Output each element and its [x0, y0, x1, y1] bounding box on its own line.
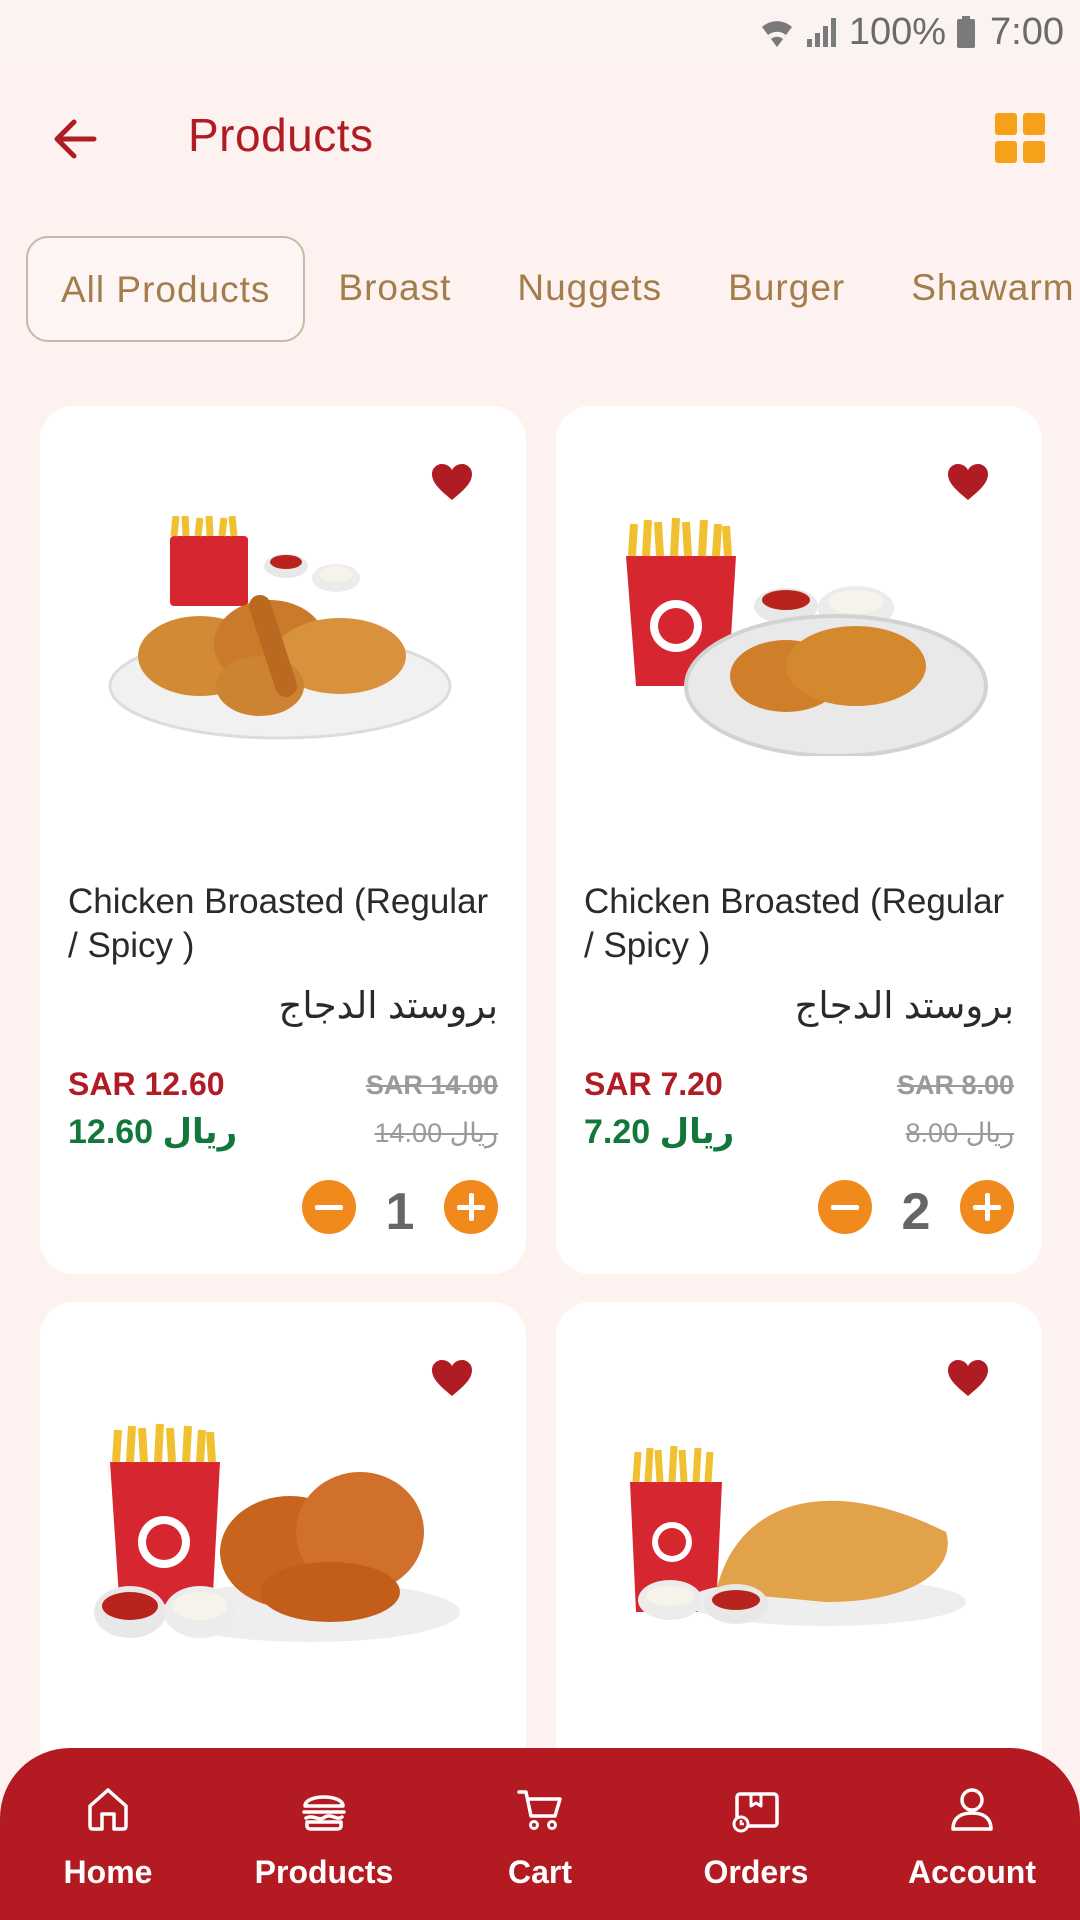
- product-card[interactable]: Chicken Broasted (Regular / Spicy ) بروس…: [40, 406, 526, 1274]
- burger-icon: [302, 1795, 346, 1831]
- quantity-stepper: 1: [302, 1176, 498, 1246]
- product-price: SAR 7.20: [584, 1066, 723, 1102]
- quantity-value: 1: [385, 1183, 415, 1241]
- nav-products[interactable]: Products: [216, 1748, 432, 1920]
- heart-icon[interactable]: [430, 462, 474, 502]
- product-name: Chicken Broasted (Regular / Spicy ): [584, 882, 1005, 965]
- product-price-arabic: 12.60 ريال: [68, 1113, 238, 1151]
- product-name-arabic: بروستد الدجاج: [278, 985, 498, 1026]
- nav-label: Home: [63, 1854, 153, 1890]
- product-image: [626, 517, 988, 756]
- tab-burger[interactable]: Burger: [695, 236, 878, 342]
- nav-label: Cart: [507, 1854, 572, 1890]
- orders-icon: [732, 1792, 779, 1833]
- tab-all-products[interactable]: All Products: [26, 236, 306, 342]
- category-tabs: All Products Broast Nuggets Burger Shawa…: [26, 236, 1080, 342]
- nav-cart[interactable]: Cart: [432, 1748, 648, 1920]
- signal-icon: [806, 18, 836, 47]
- plus-icon[interactable]: [960, 1180, 1014, 1234]
- product-name-arabic: بروستد الدجاج: [794, 985, 1014, 1026]
- quantity-value: 2: [901, 1183, 931, 1241]
- product-old-price: SAR 8.00: [896, 1070, 1014, 1100]
- tab-nuggets[interactable]: Nuggets: [484, 236, 695, 342]
- home-icon: [88, 1788, 128, 1831]
- product-price-arabic: 7.20 ريال: [584, 1113, 735, 1151]
- battery-percent: 100%: [848, 10, 947, 53]
- nav-label: Orders: [703, 1854, 809, 1890]
- product-old-price-arabic: 8.00 ريال: [905, 1118, 1014, 1148]
- product-price: SAR 12.60: [68, 1066, 225, 1102]
- nav-account[interactable]: Account: [864, 1748, 1080, 1920]
- app-bar: Products: [0, 64, 1080, 214]
- page-title: Products: [188, 109, 374, 161]
- bottom-navigation: Home Products Cart Orders Account: [0, 1748, 1080, 1920]
- product-card[interactable]: Chicken Broasted (Regular / Spicy ) بروس…: [556, 406, 1042, 1274]
- nav-label: Account: [908, 1854, 1036, 1890]
- quantity-stepper: 2: [818, 1176, 1014, 1246]
- tab-broast[interactable]: Broast: [305, 236, 484, 342]
- nav-label: Products: [254, 1854, 394, 1890]
- heart-icon[interactable]: [946, 1358, 990, 1398]
- product-image: [630, 1445, 966, 1626]
- heart-icon[interactable]: [430, 1358, 474, 1398]
- clock: 7:00: [990, 10, 1064, 53]
- account-icon: [951, 1788, 993, 1831]
- wifi-icon: [761, 21, 792, 47]
- minus-icon[interactable]: [302, 1180, 356, 1234]
- minus-icon[interactable]: [818, 1180, 872, 1234]
- battery-icon: [957, 16, 976, 48]
- product-name: Chicken Broasted (Regular / Spicy ): [68, 882, 489, 965]
- tab-shawarma[interactable]: Shawarm: [878, 236, 1080, 342]
- product-image: [108, 516, 452, 740]
- product-image: [94, 1423, 460, 1642]
- heart-icon[interactable]: [946, 462, 990, 502]
- status-bar: 100% 7:00: [0, 0, 1080, 64]
- grid-view-icon[interactable]: [994, 112, 1046, 164]
- plus-icon[interactable]: [444, 1180, 498, 1234]
- nav-home[interactable]: Home: [0, 1748, 216, 1920]
- nav-orders[interactable]: Orders: [648, 1748, 864, 1920]
- product-old-price: SAR 14.00: [365, 1070, 498, 1100]
- back-arrow-icon[interactable]: [48, 112, 102, 166]
- product-old-price-arabic: 14.00 ريال: [374, 1118, 498, 1148]
- cart-icon: [517, 1790, 562, 1830]
